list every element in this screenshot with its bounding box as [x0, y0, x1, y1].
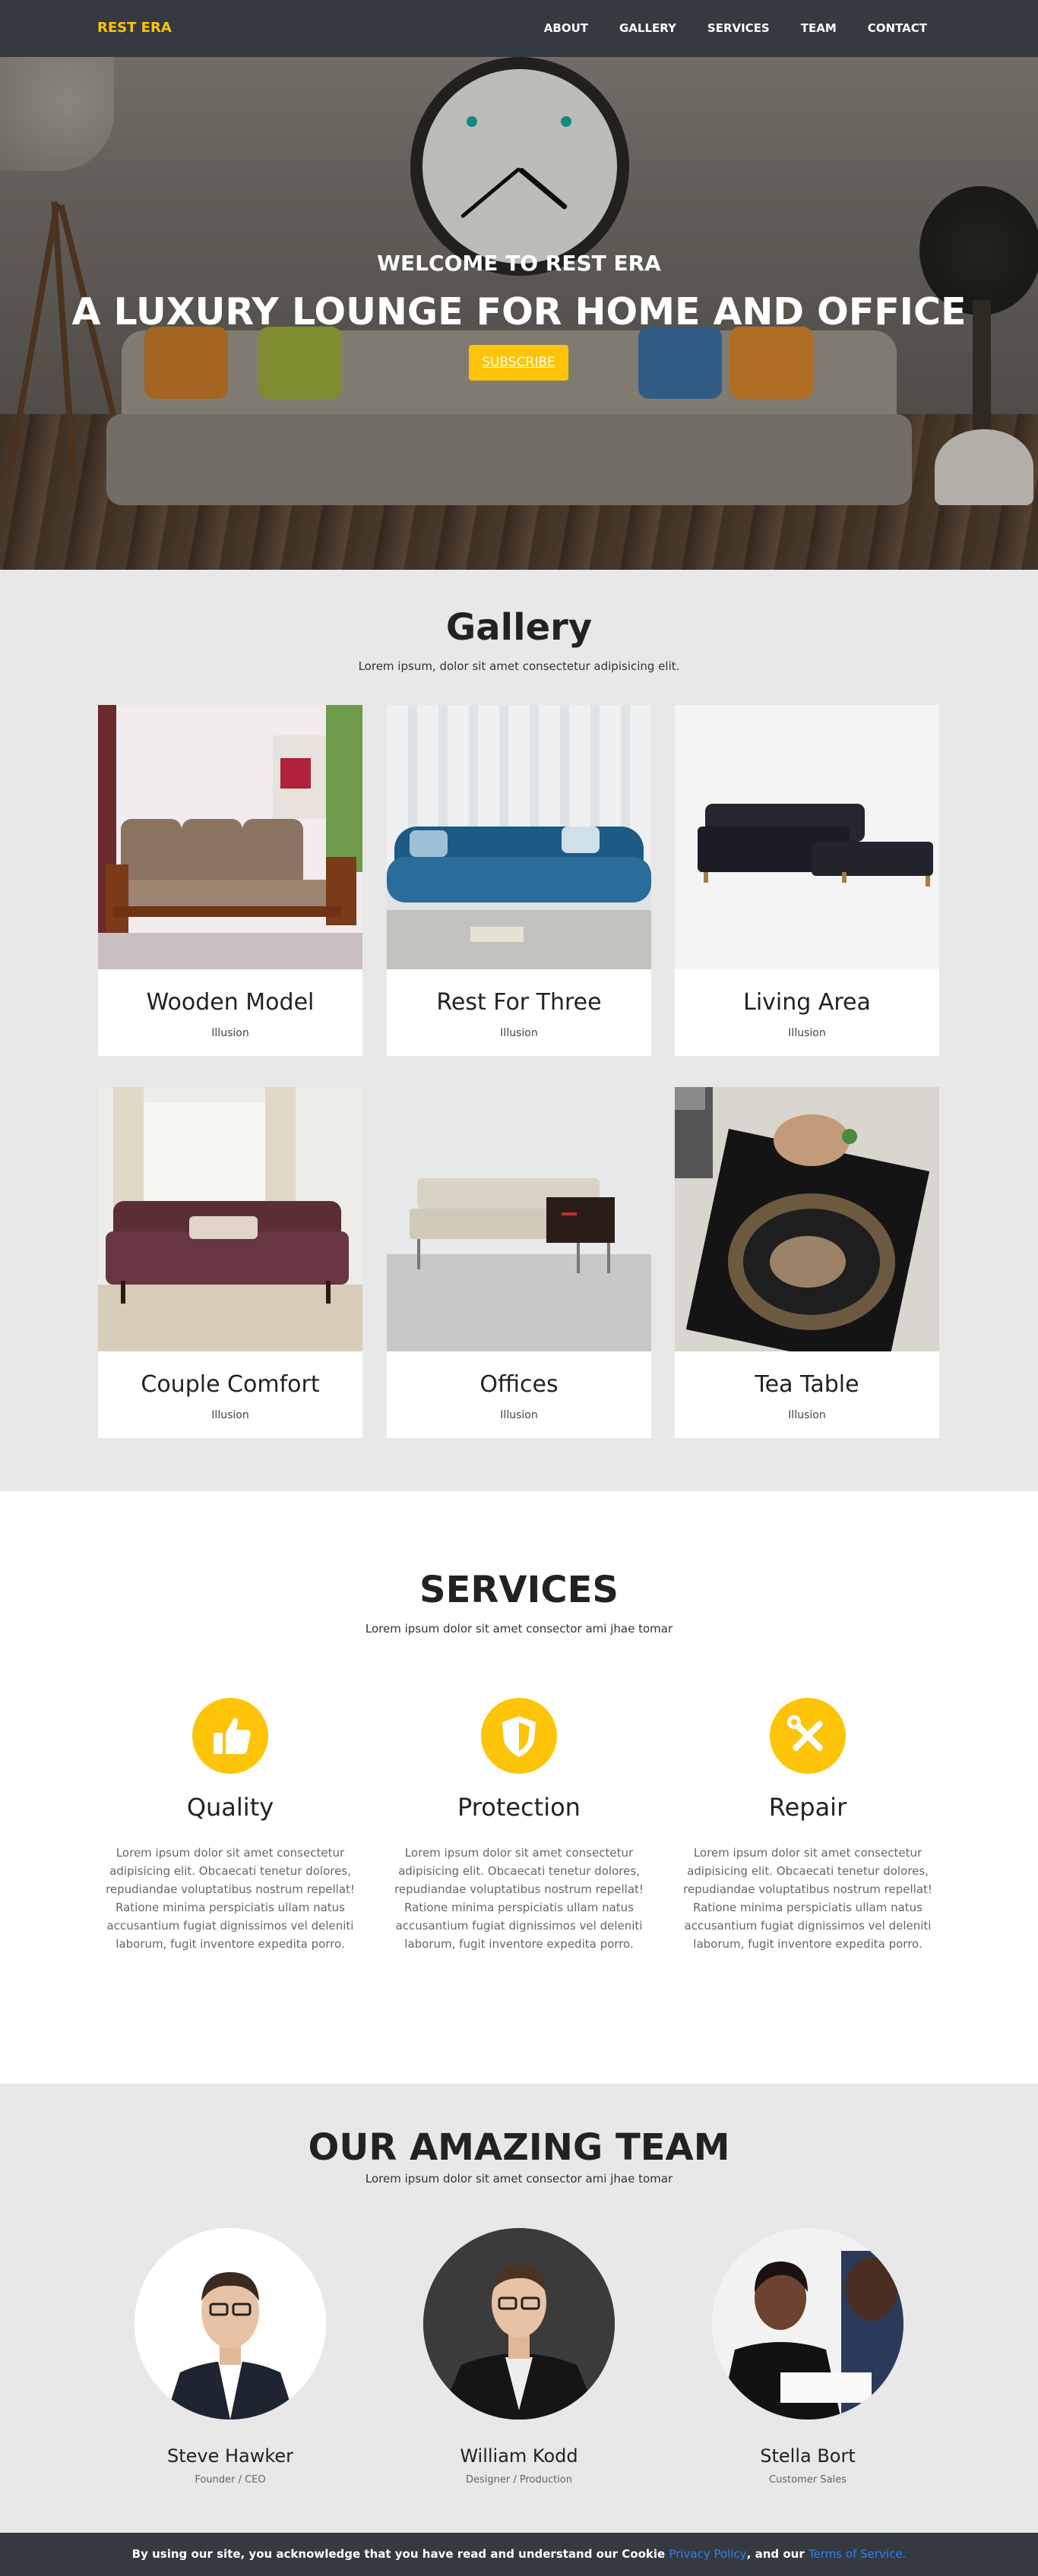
service-name: Protection — [457, 1793, 581, 1822]
nav-links: ABOUT GALLERY SERVICES TEAM CONTACT — [513, 21, 927, 35]
card-title: Wooden Model — [146, 989, 315, 1016]
gallery-title: Gallery — [445, 606, 593, 649]
member-role: Founder / CEO — [195, 2474, 266, 2486]
service-name: Quality — [186, 1793, 274, 1822]
services-subtitle: Lorem ipsum dolor sit amet consector ami… — [365, 1622, 673, 1636]
cookie-text-middle: , and our — [746, 2547, 805, 2561]
gallery-image-office-bench — [387, 1087, 651, 1351]
office-bench-image — [387, 1087, 651, 1351]
nav-link-gallery[interactable]: GALLERY — [619, 21, 676, 35]
team-title: OUR AMAZING TEAM — [308, 2126, 730, 2169]
loveseat-image — [98, 1087, 362, 1351]
subscribe-button[interactable]: SUBSCRIBE — [469, 345, 568, 381]
avatar — [423, 2228, 615, 2420]
tools-icon-graphic — [787, 1715, 823, 1751]
shield-icon-graphic — [502, 1716, 536, 1757]
member-name: William Kodd — [460, 2445, 578, 2467]
avatar — [134, 2228, 326, 2420]
team-subtitle: Lorem ipsum dolor sit amet consector ami… — [365, 2172, 673, 2186]
card-title: Rest For Three — [436, 989, 602, 1016]
card-title: Couple Comfort — [141, 1371, 320, 1398]
team-section: OUR AMAZING TEAM Lorem ipsum dolor sit a… — [0, 2084, 1038, 2533]
card-category: Illusion — [500, 1027, 538, 1039]
nav-link-team[interactable]: TEAM — [801, 21, 837, 35]
gallery-card[interactable]: Wooden Model Illusion — [98, 705, 362, 1056]
thumbs-up-icon — [192, 1698, 268, 1774]
avatar — [712, 2228, 904, 2420]
gallery-subtitle: Lorem ipsum, dolor sit amet consectetur … — [358, 659, 680, 673]
member-name: Stella Bort — [760, 2445, 856, 2467]
card-title: Living Area — [743, 989, 871, 1016]
card-category: Illusion — [500, 1409, 538, 1421]
member-name: Steve Hawker — [166, 2445, 294, 2467]
member-role: Designer / Production — [465, 2474, 573, 2486]
nav-link-about[interactable]: ABOUT — [544, 21, 588, 35]
member-role: Customer Sales — [769, 2474, 847, 2486]
tea-table-image — [675, 1087, 939, 1351]
gallery-image-sectional-sofa — [675, 705, 939, 969]
nav-link-contact[interactable]: CONTACT — [868, 21, 927, 35]
gallery-section: Gallery Lorem ipsum, dolor sit amet cons… — [0, 570, 1038, 1491]
thumbs-up-icon-graphic — [214, 1718, 251, 1754]
service-description: Lorem ipsum dolor sit amet consectetur a… — [683, 1846, 932, 1951]
card-category: Illusion — [211, 1409, 249, 1421]
nav-link-services[interactable]: SERVICES — [707, 21, 770, 35]
gallery-card[interactable]: Tea Table Illusion — [675, 1087, 939, 1438]
hero-content: WELCOME TO REST ERA A LUXURY LOUNGE FOR … — [0, 57, 1038, 570]
terms-of-service-link[interactable]: Terms of Service. — [809, 2547, 906, 2561]
card-category: Illusion — [211, 1027, 249, 1039]
wooden-sofa-image — [98, 705, 362, 969]
card-title: Offices — [479, 1371, 559, 1398]
gallery-card[interactable]: Rest For Three Illusion — [387, 705, 651, 1056]
brand-logo[interactable]: REST ERA — [97, 20, 172, 36]
privacy-policy-link[interactable]: Privacy Policy — [669, 2547, 746, 2561]
card-title: Tea Table — [755, 1371, 859, 1398]
hero-subtitle: WELCOME TO REST ERA — [377, 251, 661, 276]
services-section: SERVICES Lorem ipsum dolor sit amet cons… — [0, 1491, 1038, 2084]
services-title: SERVICES — [419, 1569, 619, 1611]
gallery-card[interactable]: Living Area Illusion — [675, 705, 939, 1056]
service-name: Repair — [768, 1793, 847, 1822]
gallery-image-wooden-sofa — [98, 705, 362, 969]
service-description: Lorem ipsum dolor sit amet consectetur a… — [106, 1846, 355, 1951]
service-description: Lorem ipsum dolor sit amet consectetur a… — [394, 1846, 644, 1951]
cookie-consent-bar: By using our site, you acknowledge that … — [0, 2533, 1038, 2576]
avatar-portrait — [423, 2228, 615, 2420]
gallery-image-blue-sofa — [387, 705, 651, 969]
cookie-text: By using our site, you acknowledge that … — [131, 2547, 666, 2561]
card-category: Illusion — [788, 1027, 826, 1039]
navbar: REST ERA ABOUT GALLERY SERVICES TEAM CON… — [0, 0, 1038, 57]
avatar-portrait — [712, 2228, 904, 2420]
sectional-sofa-image — [675, 705, 939, 969]
blue-sofa-image — [387, 705, 651, 969]
tools-icon — [770, 1698, 846, 1774]
avatar-portrait — [134, 2228, 326, 2420]
card-category: Illusion — [788, 1409, 826, 1421]
gallery-image-tea-table — [675, 1087, 939, 1351]
gallery-card[interactable]: Offices Illusion — [387, 1087, 651, 1438]
gallery-card[interactable]: Couple Comfort Illusion — [98, 1087, 362, 1438]
gallery-image-loveseat — [98, 1087, 362, 1351]
shield-icon — [481, 1698, 557, 1774]
hero-title: A LUXURY LOUNGE FOR HOME AND OFFICE — [71, 290, 967, 333]
